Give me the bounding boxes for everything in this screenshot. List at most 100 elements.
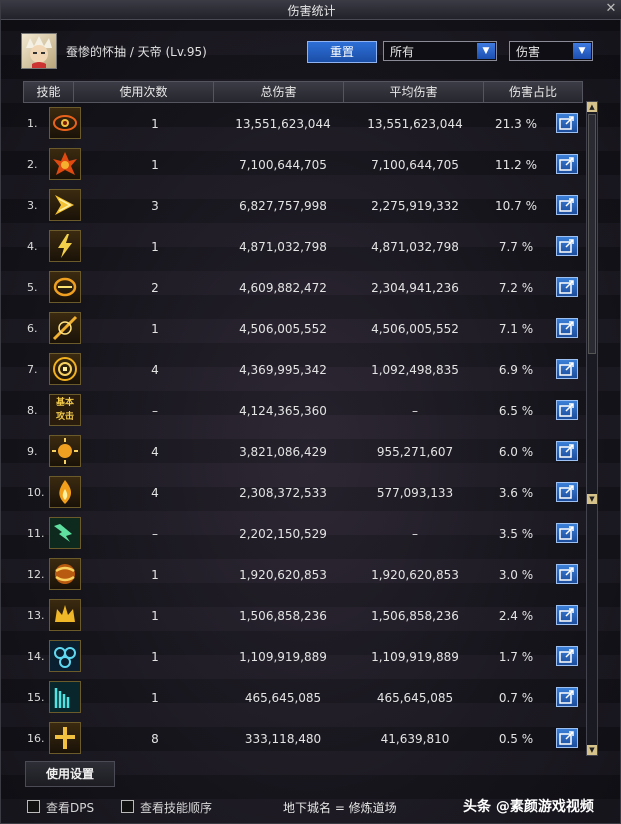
- orb-skill-icon[interactable]: [49, 558, 81, 590]
- header-uses[interactable]: 使用次数: [74, 82, 214, 102]
- share-icon[interactable]: [556, 113, 578, 133]
- uses-count: 1: [151, 322, 159, 336]
- average-damage: 41,639,810: [380, 732, 450, 746]
- total-damage: 3,821,086,429: [239, 445, 327, 459]
- share-icon[interactable]: [556, 687, 578, 707]
- checkbox-box: [27, 800, 40, 813]
- sun-skill-icon[interactable]: [49, 435, 81, 467]
- damage-share: 3.6 %: [498, 486, 534, 500]
- scrollbar[interactable]: ▲ ▼ ▼: [586, 101, 598, 756]
- share-icon[interactable]: [556, 482, 578, 502]
- share-icon[interactable]: [556, 400, 578, 420]
- total-damage: 2,202,150,529: [239, 527, 327, 541]
- strike-skill-icon[interactable]: [49, 312, 81, 344]
- rank-number: 5.: [27, 281, 38, 294]
- share-icon[interactable]: [556, 523, 578, 543]
- eye-skill-icon[interactable]: [49, 107, 81, 139]
- share-icon[interactable]: [556, 605, 578, 625]
- cyan-rings-skill-icon[interactable]: [49, 640, 81, 672]
- scroll-up-icon[interactable]: ▲: [587, 102, 597, 112]
- damage-share: 7.1 %: [498, 322, 534, 336]
- share-icon[interactable]: [556, 359, 578, 379]
- dungeon-name: 地下城名 = 修炼道场: [283, 801, 397, 815]
- total-damage: 333,118,480: [244, 732, 322, 746]
- share-icon[interactable]: [556, 154, 578, 174]
- rank-number: 9.: [27, 445, 38, 458]
- table-row: 9. 4 3,821,086,429 955,271,607 6.0 %: [23, 431, 583, 472]
- close-icon[interactable]: ✕: [604, 2, 618, 16]
- damage-share: 0.5 %: [498, 732, 534, 746]
- scroll-page-icon[interactable]: ▼: [587, 494, 597, 504]
- seal-skill-icon[interactable]: [49, 353, 81, 385]
- show-dps-checkbox[interactable]: 查看DPS: [27, 799, 94, 816]
- share-icon[interactable]: [556, 236, 578, 256]
- gold-cross-skill-icon[interactable]: [49, 722, 81, 754]
- total-damage: 1,109,919,889: [239, 650, 327, 664]
- lightning-skill-icon[interactable]: [49, 230, 81, 262]
- average-damage: 577,093,133: [376, 486, 454, 500]
- average-damage: –: [412, 404, 418, 418]
- metric-select[interactable]: 伤害 ▼: [509, 41, 593, 61]
- share-icon[interactable]: [556, 728, 578, 748]
- share-icon[interactable]: [556, 277, 578, 297]
- damage-share: 2.4 %: [498, 609, 534, 623]
- flame-burst-skill-icon[interactable]: [49, 148, 81, 180]
- show-skill-order-checkbox[interactable]: 查看技能顺序: [121, 799, 212, 816]
- rank-number: 4.: [27, 240, 38, 253]
- table-row: 1. 1 13,551,623,044 13,551,623,044 21.3 %: [23, 103, 583, 144]
- basic-attack-icon[interactable]: 基本 攻击: [49, 394, 81, 426]
- uses-count: 4: [151, 363, 159, 377]
- uses-count: 4: [151, 445, 159, 459]
- damage-share: 3.0 %: [498, 568, 534, 582]
- damage-share: 6.9 %: [498, 363, 534, 377]
- table-row: 10. 4 2,308,372,533 577,093,133 3.6 %: [23, 472, 583, 513]
- total-damage: 4,124,365,360: [239, 404, 327, 418]
- table-row: 6. 1 4,506,005,552 4,506,005,552 7.1 %: [23, 308, 583, 349]
- uses-count: 3: [151, 199, 159, 213]
- usage-settings-tab[interactable]: 使用设置: [25, 761, 115, 787]
- scroll-thumb[interactable]: [588, 114, 596, 354]
- fire-eye-skill-icon[interactable]: [49, 271, 81, 303]
- damage-share: 11.2 %: [495, 158, 537, 172]
- total-damage: 465,645,085: [244, 691, 322, 705]
- cyan-wave-skill-icon[interactable]: [49, 681, 81, 713]
- total-damage: 13,551,623,044: [235, 117, 331, 131]
- share-icon[interactable]: [556, 564, 578, 584]
- filter-select[interactable]: 所有 ▼: [383, 41, 497, 61]
- table-header: 技能 使用次数 总伤害 平均伤害 伤害占比: [23, 81, 583, 103]
- average-damage: 13,551,623,044: [367, 117, 463, 131]
- rank-number: 7.: [27, 363, 38, 376]
- share-icon[interactable]: [556, 195, 578, 215]
- average-damage: 2,304,941,236: [371, 281, 459, 295]
- table-row: 2. 1 7,100,644,705 7,100,644,705 11.2 %: [23, 144, 583, 185]
- uses-count: 1: [151, 691, 159, 705]
- total-damage: 7,100,644,705: [239, 158, 327, 172]
- scroll-down-icon[interactable]: ▼: [587, 745, 597, 755]
- share-icon[interactable]: [556, 318, 578, 338]
- rank-number: 14.: [27, 650, 45, 663]
- header-skill[interactable]: 技能: [24, 82, 74, 102]
- header-total-damage[interactable]: 总伤害: [214, 82, 344, 102]
- share-icon[interactable]: [556, 441, 578, 461]
- average-damage: 1,092,498,835: [371, 363, 459, 377]
- flame-skill-icon[interactable]: [49, 476, 81, 508]
- damage-share: 10.7 %: [495, 199, 537, 213]
- crown-skill-icon[interactable]: [49, 599, 81, 631]
- uses-count: 1: [151, 117, 159, 131]
- title-bar[interactable]: 伤害统计 ✕: [1, 1, 621, 20]
- green-bolt-skill-icon[interactable]: [49, 517, 81, 549]
- share-icon[interactable]: [556, 646, 578, 666]
- table-row: 13. 1 1,506,858,236 1,506,858,236 2.4 %: [23, 595, 583, 636]
- header-avg-damage[interactable]: 平均伤害: [344, 82, 484, 102]
- uses-count: 1: [151, 568, 159, 582]
- total-damage: 6,827,757,998: [239, 199, 327, 213]
- header-damage-share[interactable]: 伤害占比: [484, 82, 582, 102]
- reset-button[interactable]: 重置: [307, 41, 377, 63]
- arrow-slash-skill-icon[interactable]: [49, 189, 81, 221]
- table-row: 12. 1 1,920,620,853 1,920,620,853 3.0 %: [23, 554, 583, 595]
- character-header: 蚕惨的怀抽 / 天帝 (Lv.95) 重置 所有 ▼ 伤害 ▼: [21, 31, 596, 71]
- average-damage: –: [412, 527, 418, 541]
- damage-table: 技能 使用次数 总伤害 平均伤害 伤害占比 1. 1 13,551,623,044 1…: [23, 81, 599, 757]
- table-row: 16. 8 333,118,480 41,639,810 0.5 %: [23, 718, 583, 759]
- average-damage: 1,506,858,236: [371, 609, 459, 623]
